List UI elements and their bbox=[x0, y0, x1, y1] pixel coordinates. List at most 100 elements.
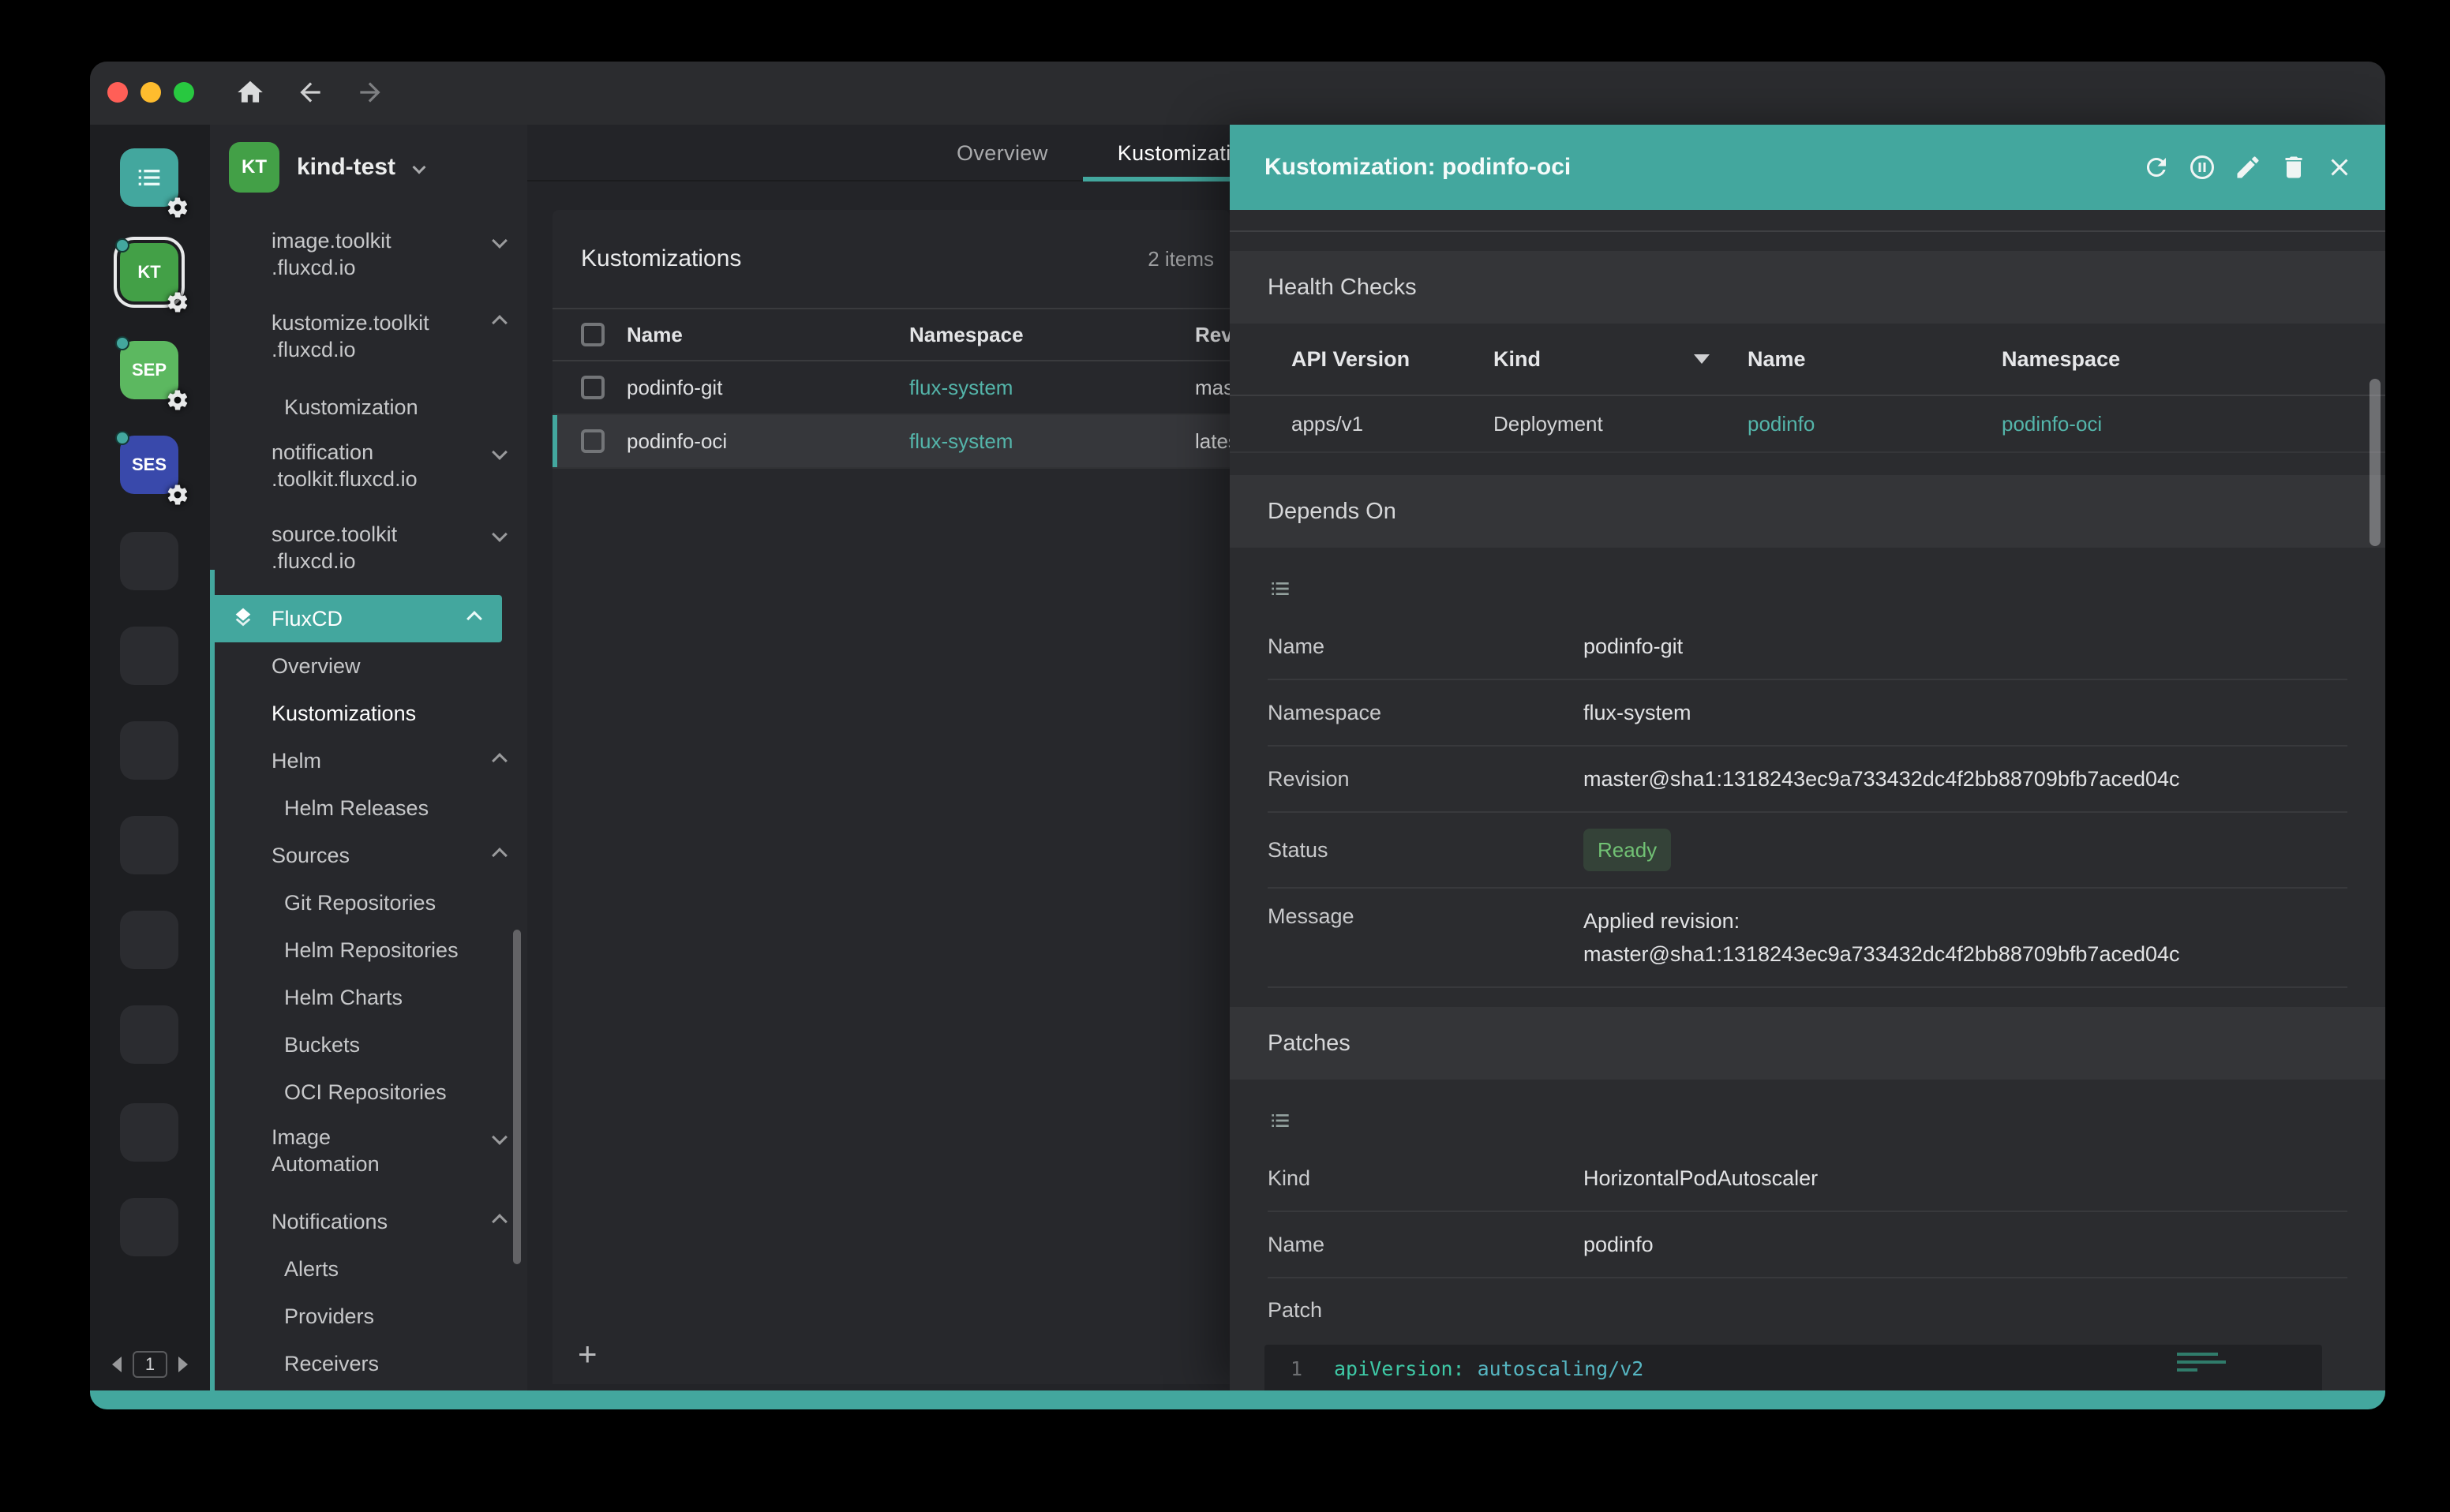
tab-overview[interactable]: Overview bbox=[922, 125, 1083, 182]
drawer-body: Health Checks API Version Kind Name Name… bbox=[1230, 210, 2385, 1390]
sidebar-item-receivers[interactable]: Receivers bbox=[210, 1340, 527, 1387]
card-title: Kustomizations bbox=[581, 245, 741, 272]
hc-cell-namespace-link[interactable]: podinfo-oci bbox=[2002, 412, 2385, 436]
sidebar-item-source-toolkit[interactable]: source.toolkit .fluxcd.io bbox=[210, 513, 527, 582]
gear-icon[interactable] bbox=[166, 196, 189, 219]
field-row: Namespace flux-system bbox=[1268, 680, 2347, 747]
field-value: podinfo bbox=[1583, 1228, 2347, 1261]
sidebar-item-kustomization[interactable]: Kustomization bbox=[210, 384, 527, 431]
maximize-window-button[interactable] bbox=[174, 82, 194, 103]
field-label: Status bbox=[1268, 838, 1583, 863]
rail-pagination: 1 bbox=[90, 1351, 210, 1378]
cluster-rail: KT SEP SES 1 bbox=[90, 125, 210, 1390]
sidebar-item-providers[interactable]: Providers bbox=[210, 1293, 527, 1340]
rail-tile-ses[interactable]: SES bbox=[120, 436, 178, 494]
rail-tile-menu[interactable] bbox=[120, 148, 178, 207]
column-header-revision[interactable]: Revision bbox=[1195, 323, 1230, 347]
prev-page-button[interactable] bbox=[112, 1357, 122, 1372]
pause-button[interactable] bbox=[2188, 153, 2216, 182]
gear-icon[interactable] bbox=[166, 290, 189, 314]
rail-tile-kind-test[interactable]: KT bbox=[120, 243, 178, 301]
sidebar-item-kustomize-toolkit[interactable]: kustomize.toolkit .fluxcd.io bbox=[210, 301, 527, 371]
section-depends-on: Depends On bbox=[1230, 475, 2385, 548]
cluster-switcher[interactable]: KT kind-test bbox=[210, 125, 527, 208]
sidebar-item-image-automation[interactable]: Image Automation bbox=[210, 1116, 527, 1185]
close-window-button[interactable] bbox=[107, 82, 128, 103]
rail-tile-sep[interactable]: SEP bbox=[120, 341, 178, 399]
column-header-name[interactable]: Name bbox=[627, 323, 909, 347]
forward-button[interactable] bbox=[355, 77, 385, 107]
sidebar-item-image-toolkit[interactable]: image.toolkit .fluxcd.io bbox=[210, 219, 527, 289]
sidebar-scrollbar[interactable] bbox=[513, 930, 521, 1264]
sidebar-item-overview[interactable]: Overview bbox=[210, 642, 527, 690]
divider bbox=[1230, 210, 2385, 232]
sidebar-item-oci-repositories[interactable]: OCI Repositories bbox=[210, 1069, 527, 1116]
cell-namespace-link[interactable]: flux-system bbox=[909, 376, 1195, 400]
field-row: Patch bbox=[1268, 1278, 2347, 1342]
column-header-namespace[interactable]: Namespace bbox=[909, 323, 1195, 347]
sidebar-nav: image.toolkit .fluxcd.io kustomize.toolk… bbox=[210, 219, 527, 1390]
minimize-window-button[interactable] bbox=[140, 82, 161, 103]
field-value-link[interactable]: flux-system bbox=[1583, 696, 2347, 729]
sidebar-item-helm-releases[interactable]: Helm Releases bbox=[210, 784, 527, 832]
patch-fields: Kind HorizontalPodAutoscaler Name podinf… bbox=[1268, 1146, 2347, 1342]
select-all-checkbox[interactable] bbox=[581, 323, 605, 346]
sidebar-item-notification-toolkit[interactable]: notification .toolkit.fluxcd.io bbox=[210, 431, 527, 500]
sidebar-item-helm-repositories[interactable]: Helm Repositories bbox=[210, 926, 527, 974]
cell-name[interactable]: podinfo-oci bbox=[627, 429, 909, 454]
table-row[interactable]: podinfo-oci flux-system latest bbox=[553, 415, 1230, 469]
field-value: HorizontalPodAutoscaler bbox=[1583, 1162, 2347, 1195]
delete-button[interactable] bbox=[2280, 153, 2308, 182]
close-button[interactable] bbox=[2325, 153, 2354, 182]
traffic-lights bbox=[107, 82, 194, 103]
sidebar-item-git-repositories[interactable]: Git Repositories bbox=[210, 879, 527, 926]
field-row: Status Ready bbox=[1268, 813, 2347, 889]
sidebar-item-buckets[interactable]: Buckets bbox=[210, 1021, 527, 1069]
rail-tile-label: KT bbox=[137, 262, 160, 283]
sidebar-item-sources[interactable]: Sources bbox=[210, 832, 527, 879]
sort-caret-icon[interactable] bbox=[1694, 354, 1710, 364]
add-button[interactable]: + bbox=[578, 1338, 598, 1370]
edit-button[interactable] bbox=[2234, 153, 2262, 182]
hc-column-name[interactable]: Name bbox=[1748, 347, 2002, 372]
status-badge: Ready bbox=[1583, 829, 1671, 871]
row-checkbox[interactable] bbox=[581, 376, 605, 399]
sidebar-item-helm[interactable]: Helm bbox=[210, 737, 527, 784]
field-value-link[interactable]: podinfo-git bbox=[1583, 630, 2347, 663]
hc-column-kind[interactable]: Kind bbox=[1493, 347, 1748, 372]
sidebar-item-kustomizations[interactable]: Kustomizations bbox=[210, 690, 527, 737]
sidebar-item-fluxcd[interactable]: FluxCD bbox=[210, 595, 502, 642]
hc-cell-name-link[interactable]: podinfo bbox=[1748, 412, 2002, 436]
code-minimap[interactable] bbox=[2177, 1353, 2231, 1376]
chevron-down-icon bbox=[492, 1129, 508, 1145]
next-page-button[interactable] bbox=[178, 1357, 188, 1372]
sidebar: KT kind-test image.toolkit .fluxcd.io ku… bbox=[210, 125, 527, 1390]
back-button[interactable] bbox=[295, 77, 325, 107]
page-number: 1 bbox=[133, 1351, 167, 1378]
sidebar-item-alerts[interactable]: Alerts bbox=[210, 1245, 527, 1293]
field-row: Kind HorizontalPodAutoscaler bbox=[1268, 1146, 2347, 1212]
cell-name[interactable]: podinfo-git bbox=[627, 376, 909, 400]
hc-column-api-version[interactable]: API Version bbox=[1230, 347, 1493, 372]
table-header: Name Namespace Revision bbox=[553, 308, 1230, 361]
table-row[interactable]: podinfo-git flux-system master bbox=[553, 361, 1230, 415]
home-button[interactable] bbox=[235, 77, 265, 107]
gear-icon[interactable] bbox=[166, 388, 189, 412]
status-dot bbox=[115, 238, 129, 253]
health-checks-header: API Version Kind Name Namespace bbox=[1230, 324, 2385, 396]
sync-button[interactable] bbox=[2142, 153, 2171, 182]
line-number: 2 bbox=[1264, 1384, 1334, 1390]
rail-tile-label: SES bbox=[132, 455, 167, 475]
depends-on-fields: Name podinfo-git Namespace flux-system R… bbox=[1268, 614, 2347, 988]
cell-namespace-link[interactable]: flux-system bbox=[909, 429, 1195, 454]
gear-icon[interactable] bbox=[166, 483, 189, 507]
drawer-header: Kustomization: podinfo-oci bbox=[1230, 125, 2385, 210]
kustomizations-card: Kustomizations 2 items Name Namespace Re… bbox=[553, 210, 1230, 1384]
drawer-scrollbar[interactable] bbox=[2369, 379, 2381, 546]
code-editor[interactable]: 1 apiVersion: autoscaling/v2 2 kind: Hor… bbox=[1264, 1345, 2322, 1390]
sidebar-item-helm-charts[interactable]: Helm Charts bbox=[210, 974, 527, 1021]
hc-column-namespace[interactable]: Namespace bbox=[2002, 347, 2385, 372]
sidebar-item-notifications[interactable]: Notifications bbox=[210, 1198, 527, 1245]
health-check-row[interactable]: apps/v1 Deployment podinfo podinfo-oci bbox=[1230, 396, 2385, 453]
row-checkbox[interactable] bbox=[581, 429, 605, 453]
